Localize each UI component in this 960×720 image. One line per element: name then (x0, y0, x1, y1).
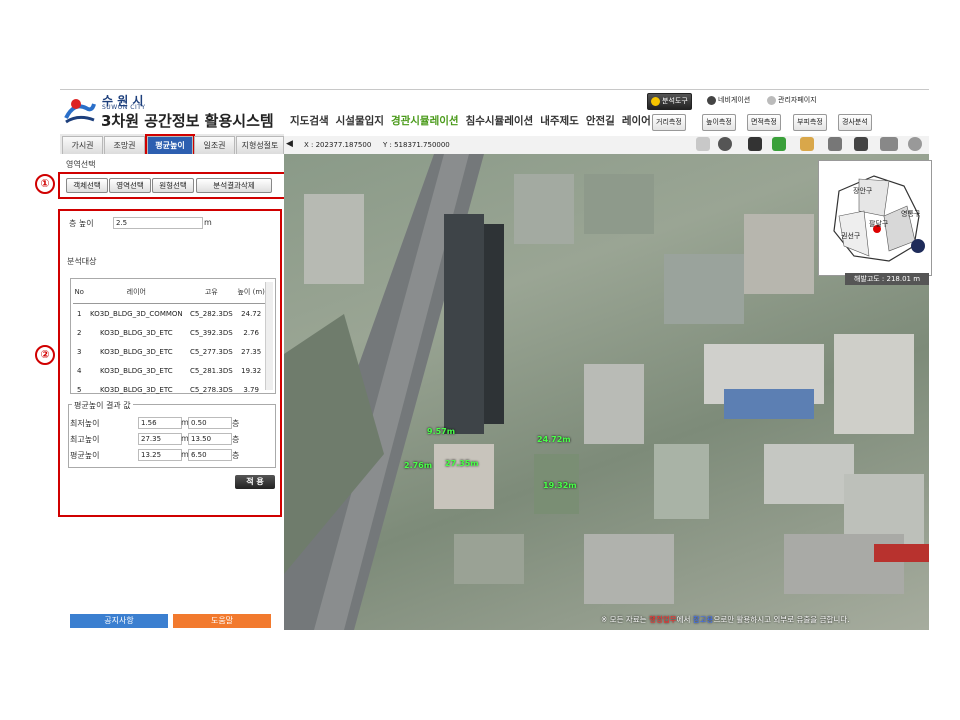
nav-layer[interactable]: 레이어 (622, 113, 651, 128)
car-icon[interactable] (828, 137, 842, 151)
floor-height-label: 층 높이 (69, 219, 94, 228)
overview-minimap[interactable]: 장안구 팔달구 영통구 권선구 (818, 160, 932, 276)
navigation-button[interactable]: 네비게이션 (704, 93, 753, 108)
tab-visibility[interactable]: 가시권 (62, 136, 103, 155)
map-height-label: 19.32m (543, 481, 577, 490)
min-height-m[interactable]: 1.56 (138, 417, 182, 429)
help-button[interactable]: 도움말 (173, 614, 271, 628)
tab-sunlight[interactable]: 일조권 (194, 136, 235, 155)
col-no: No (73, 281, 86, 304)
fullscreen-icon[interactable] (880, 137, 898, 151)
results-table: No 레이어 고유 높이 (m) 1 KO3D_BLDG_3D_COMMON C5_… (73, 281, 267, 399)
distance-measure-button[interactable]: 거리측정 (652, 114, 686, 131)
district-label: 영통구 (901, 210, 921, 218)
max-height-m[interactable]: 27.35 (138, 433, 182, 445)
circle-select-button[interactable]: 원형선택 (152, 178, 194, 193)
map-height-label: 9.57m (427, 427, 456, 436)
pan-icon[interactable] (772, 137, 786, 151)
analysis-target-label: 분석대상 (67, 257, 97, 266)
marker-2: ② (35, 345, 55, 365)
col-layer: 레이어 (85, 281, 188, 304)
gear-icon (767, 95, 776, 105)
avg-height-m[interactable]: 13.25 (138, 449, 182, 461)
min-height-label: 최저높이 (70, 419, 100, 428)
compass-icon (707, 95, 716, 105)
map-notice: ※ 모든 자료는 행정업무에서 참고용으로만 활용하시고 외부로 유출을 금합니… (601, 615, 850, 624)
hand-icon[interactable] (800, 137, 814, 151)
table-row[interactable]: 2 KO3D_BLDG_3D_ETC C5_392.3DS 2.76 (73, 323, 267, 342)
nav-my-map[interactable]: 내주제도 (540, 113, 579, 128)
avg-height-floors[interactable]: 6.50 (188, 449, 232, 461)
min-height-floors[interactable]: 0.50 (188, 417, 232, 429)
max-height-label: 최고높이 (70, 435, 100, 444)
info-icon[interactable] (718, 137, 732, 151)
weather-icon[interactable] (696, 137, 710, 151)
floor-height-input[interactable]: 2.5 (113, 217, 203, 229)
apply-button[interactable]: 적 용 (235, 475, 275, 489)
analysis-tools-button[interactable]: 분석도구 (647, 93, 692, 110)
nav-map-search[interactable]: 지도검색 (290, 113, 329, 128)
area-measure-button[interactable]: 면적측정 (747, 114, 781, 131)
compass-icon[interactable] (911, 239, 925, 253)
marker-1: ① (35, 174, 55, 194)
district-label: 팔달구 (869, 220, 889, 228)
admin-page-button[interactable]: 관리자페이지 (764, 93, 820, 108)
table-row[interactable]: 3 KO3D_BLDG_3D_ETC C5_277.3DS 27.35 (73, 342, 267, 361)
nav-safe-road[interactable]: 안전길 (586, 113, 615, 128)
object-select-button[interactable]: 객체선택 (66, 178, 108, 193)
col-id: 고유 (187, 281, 236, 304)
tab-view-right[interactable]: 조망권 (104, 136, 145, 155)
analysis-tools-icon (651, 96, 660, 106)
collapse-arrow-icon[interactable]: ◀ (286, 139, 293, 149)
delete-results-button[interactable]: 분석결과삭제 (196, 178, 272, 193)
coord-x: X : 202377.187500 (304, 141, 372, 149)
map-height-label: 24.72m (537, 435, 571, 444)
district-label: 권선구 (841, 232, 861, 240)
map-height-label: 27.35m (445, 459, 479, 468)
map-height-label: 2.76m (404, 461, 433, 470)
col-height: 높이 (m) (235, 281, 267, 304)
screen-icon[interactable] (854, 137, 868, 151)
nav-flood-sim[interactable]: 침수시뮬레이션 (466, 113, 534, 128)
table-row[interactable]: 1 KO3D_BLDG_3D_COMMON C5_282.3DS 24.72 (73, 304, 267, 324)
nav-facility-site[interactable]: 시설물입지 (336, 113, 384, 128)
app-title: 3차원 공간정보 활용시스템 (101, 112, 274, 130)
globe-icon[interactable] (908, 137, 922, 151)
height-measure-button[interactable]: 높이측정 (702, 114, 736, 131)
notice-button[interactable]: 공지사항 (70, 614, 168, 628)
volume-measure-button[interactable]: 부피측정 (793, 114, 827, 131)
altitude-readout: 해발고도 : 218.01 m (845, 273, 929, 285)
tab-terrain-cut[interactable]: 지형성절토 (236, 136, 284, 155)
slope-analysis-button[interactable]: 경사분석 (838, 114, 872, 131)
area-select-label: 영역선택 (66, 160, 96, 169)
table-row[interactable]: 5 KO3D_BLDG_3D_ETC C5_278.3DS 3.79 (73, 380, 267, 399)
top-navigation: 지도검색 시설물입지 경관시뮬레이션 침수시뮬레이션 내주제도 안전길 레이어 (290, 113, 651, 128)
floor-height-unit: m (204, 218, 212, 227)
table-row[interactable]: 4 KO3D_BLDG_3D_ETC C5_281.3DS 19.32 (73, 361, 267, 380)
area-select-button[interactable]: 영역선택 (109, 178, 151, 193)
coord-y: Y : 518371.750000 (383, 141, 450, 149)
avg-height-label: 평균높이 (70, 451, 100, 460)
walk-icon[interactable] (748, 137, 762, 151)
max-height-floors[interactable]: 13.50 (188, 433, 232, 445)
tab-average-height[interactable]: 평균높이 (145, 134, 195, 157)
suwon-logo-icon (64, 99, 96, 124)
nav-landscape-sim[interactable]: 경관시뮬레이션 (391, 113, 459, 128)
result-title: 평균높이 결과 값 (72, 400, 133, 411)
district-label: 장안구 (853, 187, 873, 195)
table-scrollbar[interactable] (265, 282, 273, 390)
